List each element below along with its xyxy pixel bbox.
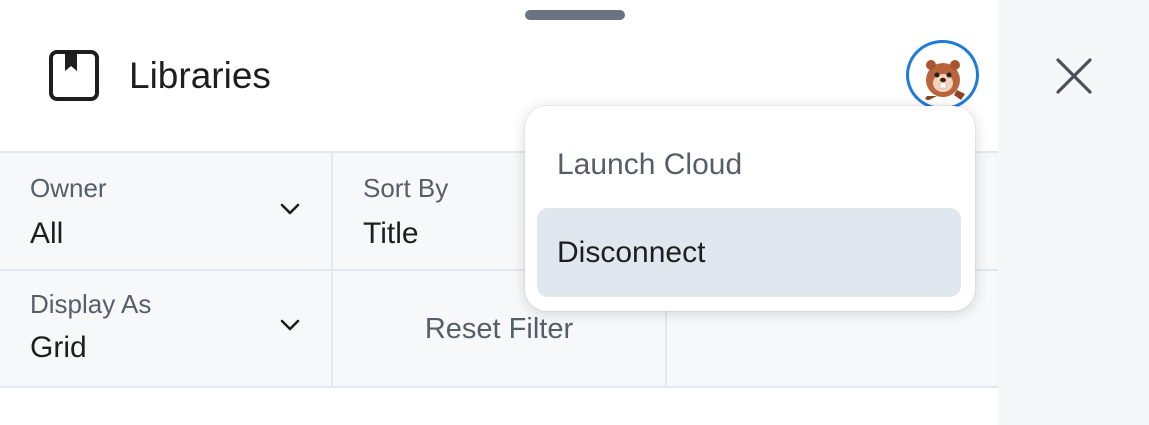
display-as-value: Grid bbox=[30, 331, 87, 364]
owner-select[interactable]: Owner All bbox=[0, 153, 331, 269]
library-book-icon bbox=[48, 50, 100, 102]
display-as-select[interactable]: Display As Grid bbox=[0, 271, 331, 386]
sort-by-value: Title bbox=[363, 217, 419, 250]
page-title: Libraries bbox=[129, 55, 271, 96]
close-button[interactable] bbox=[1052, 54, 1096, 98]
chevron-down-icon bbox=[280, 319, 300, 331]
owner-label: Owner bbox=[30, 173, 107, 203]
account-dropdown-menu: Launch Cloud Disconnect bbox=[525, 106, 975, 311]
side-column bbox=[998, 0, 1149, 425]
menu-item-launch-cloud[interactable]: Launch Cloud bbox=[537, 120, 961, 209]
chevron-down-icon bbox=[280, 203, 300, 215]
menu-item-disconnect[interactable]: Disconnect bbox=[537, 208, 961, 297]
beaver-avatar-icon bbox=[925, 60, 965, 100]
drag-handle[interactable] bbox=[525, 10, 625, 20]
owner-value: All bbox=[30, 217, 64, 250]
sort-by-label: Sort By bbox=[363, 173, 449, 203]
close-icon bbox=[1056, 58, 1092, 94]
account-avatar-button[interactable] bbox=[906, 40, 979, 110]
libraries-panel: Libraries Owner All Sort By Title Displa… bbox=[0, 0, 998, 425]
display-as-label: Display As bbox=[30, 289, 152, 319]
